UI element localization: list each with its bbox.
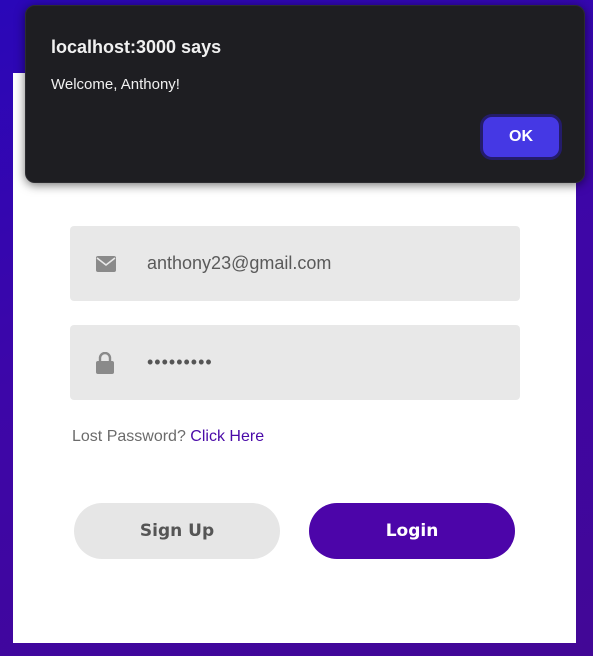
email-field[interactable] [70,226,520,301]
ok-button[interactable]: OK [480,114,562,160]
envelope-icon [96,255,116,272]
email-input[interactable] [147,226,497,301]
signup-button[interactable]: Sign Up [74,503,280,559]
lost-password-link[interactable]: Click Here [190,428,264,445]
alert-dialog: localhost:3000 says Welcome, Anthony! OK [25,5,585,183]
login-button[interactable]: Login [309,503,515,559]
password-field[interactable] [70,325,520,400]
dialog-message: Welcome, Anthony! [51,76,180,93]
lost-password-row: Lost Password? Click Here [72,428,264,446]
lost-password-text: Lost Password? [72,428,186,445]
password-input[interactable] [147,325,497,400]
lock-icon [96,351,114,374]
dialog-title: localhost:3000 says [51,37,222,57]
